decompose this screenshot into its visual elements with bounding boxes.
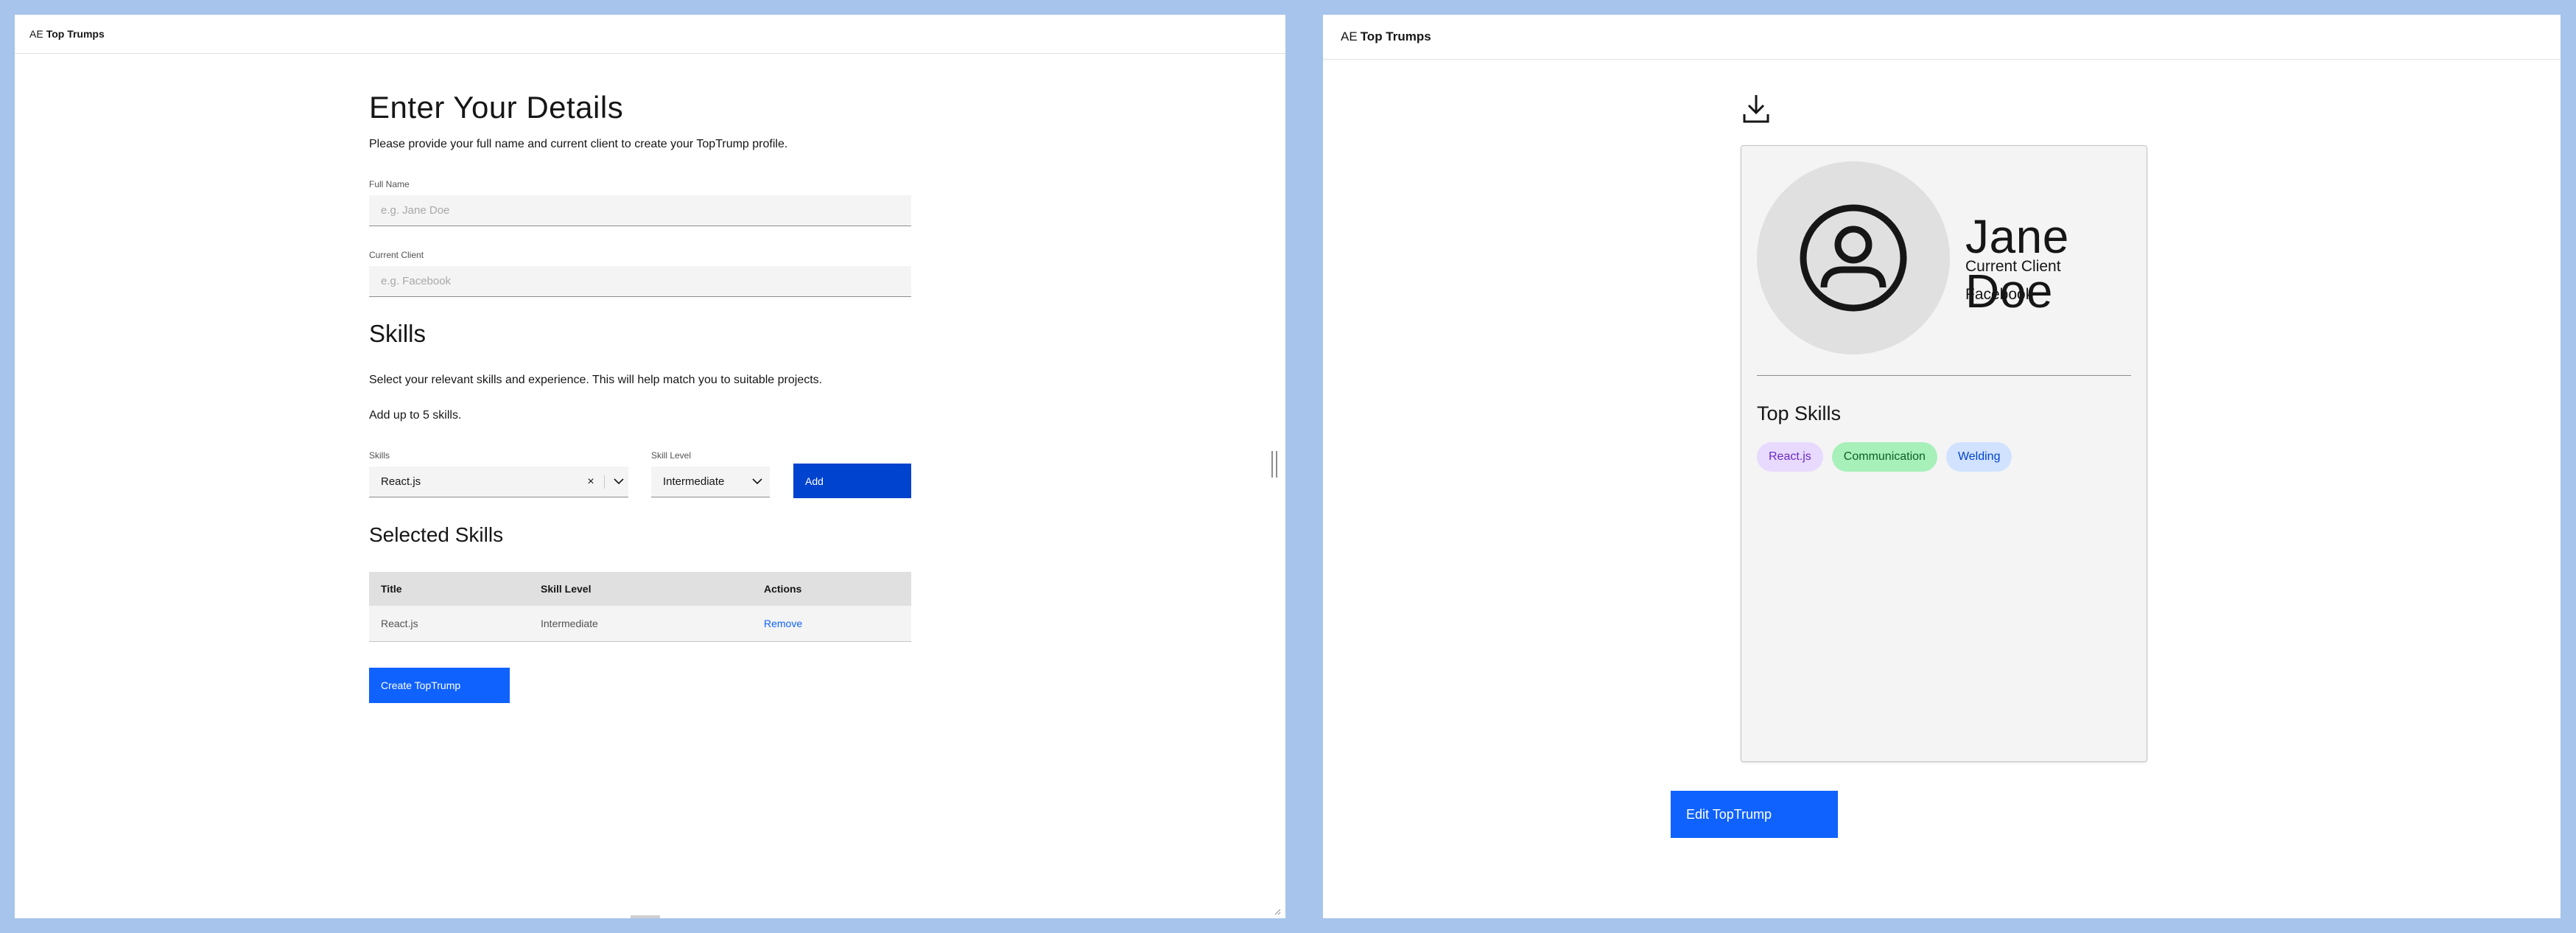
intro-text: Please provide your full name and curren… <box>369 138 788 150</box>
skill-level-value: Intermediate <box>663 475 725 488</box>
page-title: Enter Your Details <box>369 90 624 125</box>
create-profile-window: AE Top Trumps Enter Your Details Please … <box>15 15 1285 918</box>
add-skill-button[interactable]: Add <box>793 464 911 498</box>
skills-heading: Skills <box>369 320 427 347</box>
combo-separator <box>604 475 605 489</box>
avatar <box>1757 161 1950 354</box>
skill-tag: Welding <box>1945 442 2012 472</box>
row-skill-level: Intermediate <box>541 618 598 629</box>
skills-combobox-value: React.js <box>381 475 421 488</box>
brand-name[interactable]: Top Trumps <box>46 28 105 40</box>
download-icon[interactable] <box>1740 92 1772 125</box>
chevron-down-icon <box>745 478 770 485</box>
skill-level-select[interactable]: Intermediate <box>651 466 770 497</box>
skill-tag: React.js <box>1757 442 1823 472</box>
column-skill-level: Skill Level <box>541 583 592 595</box>
app-header: AE Top Trumps <box>1323 15 2561 60</box>
scrollbar-thumb[interactable] <box>631 915 660 918</box>
profile-card-window: AE Top Trumps Jane Doe Current Client Fa… <box>1323 15 2561 918</box>
details-form: Enter Your Details <box>369 74 926 125</box>
toptrump-card: Jane Doe Current Client Facebook Top Ski… <box>1741 145 2147 762</box>
top-skills-heading: Top Skills <box>1757 402 1842 424</box>
card-divider <box>1757 375 2131 376</box>
app-header: AE Top Trumps <box>15 15 1285 54</box>
user-avatar-icon <box>1800 204 1907 312</box>
skills-description: Select your relevant skills and experien… <box>369 374 823 386</box>
selected-skills-heading: Selected Skills <box>369 523 504 546</box>
edit-toptrump-button[interactable]: Edit TopTrump <box>1671 791 1838 838</box>
brand-prefix: AE <box>29 28 43 40</box>
table-row: React.js Intermediate Remove <box>369 606 911 642</box>
current-client-input[interactable] <box>369 266 911 297</box>
full-name-input[interactable] <box>369 195 911 226</box>
current-client-value: Facebook <box>1965 286 2034 303</box>
selected-skills-table: Title Skill Level Actions React.js Inter… <box>369 572 911 642</box>
skill-tags: React.js Communication Welding <box>1757 442 2012 472</box>
brand-prefix: AE <box>1341 29 1358 43</box>
column-actions: Actions <box>764 583 802 595</box>
current-client-label: Current Client <box>1965 258 2061 275</box>
table-header: Title Skill Level Actions <box>369 572 911 606</box>
row-title: React.js <box>381 618 418 629</box>
skill-tag: Communication <box>1831 442 1937 472</box>
clear-icon[interactable]: × <box>582 475 600 489</box>
full-name-label: Full Name <box>369 179 410 189</box>
current-client-label: Current Client <box>369 250 424 260</box>
resize-handle[interactable] <box>1271 451 1277 478</box>
resize-corner-icon[interactable] <box>1274 908 1281 915</box>
skills-combo-label: Skills <box>369 450 390 461</box>
chevron-down-icon[interactable] <box>609 478 628 485</box>
brand-name[interactable]: Top Trumps <box>1361 29 1431 44</box>
column-title: Title <box>381 583 402 595</box>
skills-limit-text: Add up to 5 skills. <box>369 409 462 422</box>
skills-combobox[interactable]: React.js × <box>369 466 628 497</box>
remove-skill-link[interactable]: Remove <box>752 618 911 629</box>
create-toptrump-button[interactable]: Create TopTrump <box>369 668 510 703</box>
skill-level-label: Skill Level <box>651 450 692 461</box>
